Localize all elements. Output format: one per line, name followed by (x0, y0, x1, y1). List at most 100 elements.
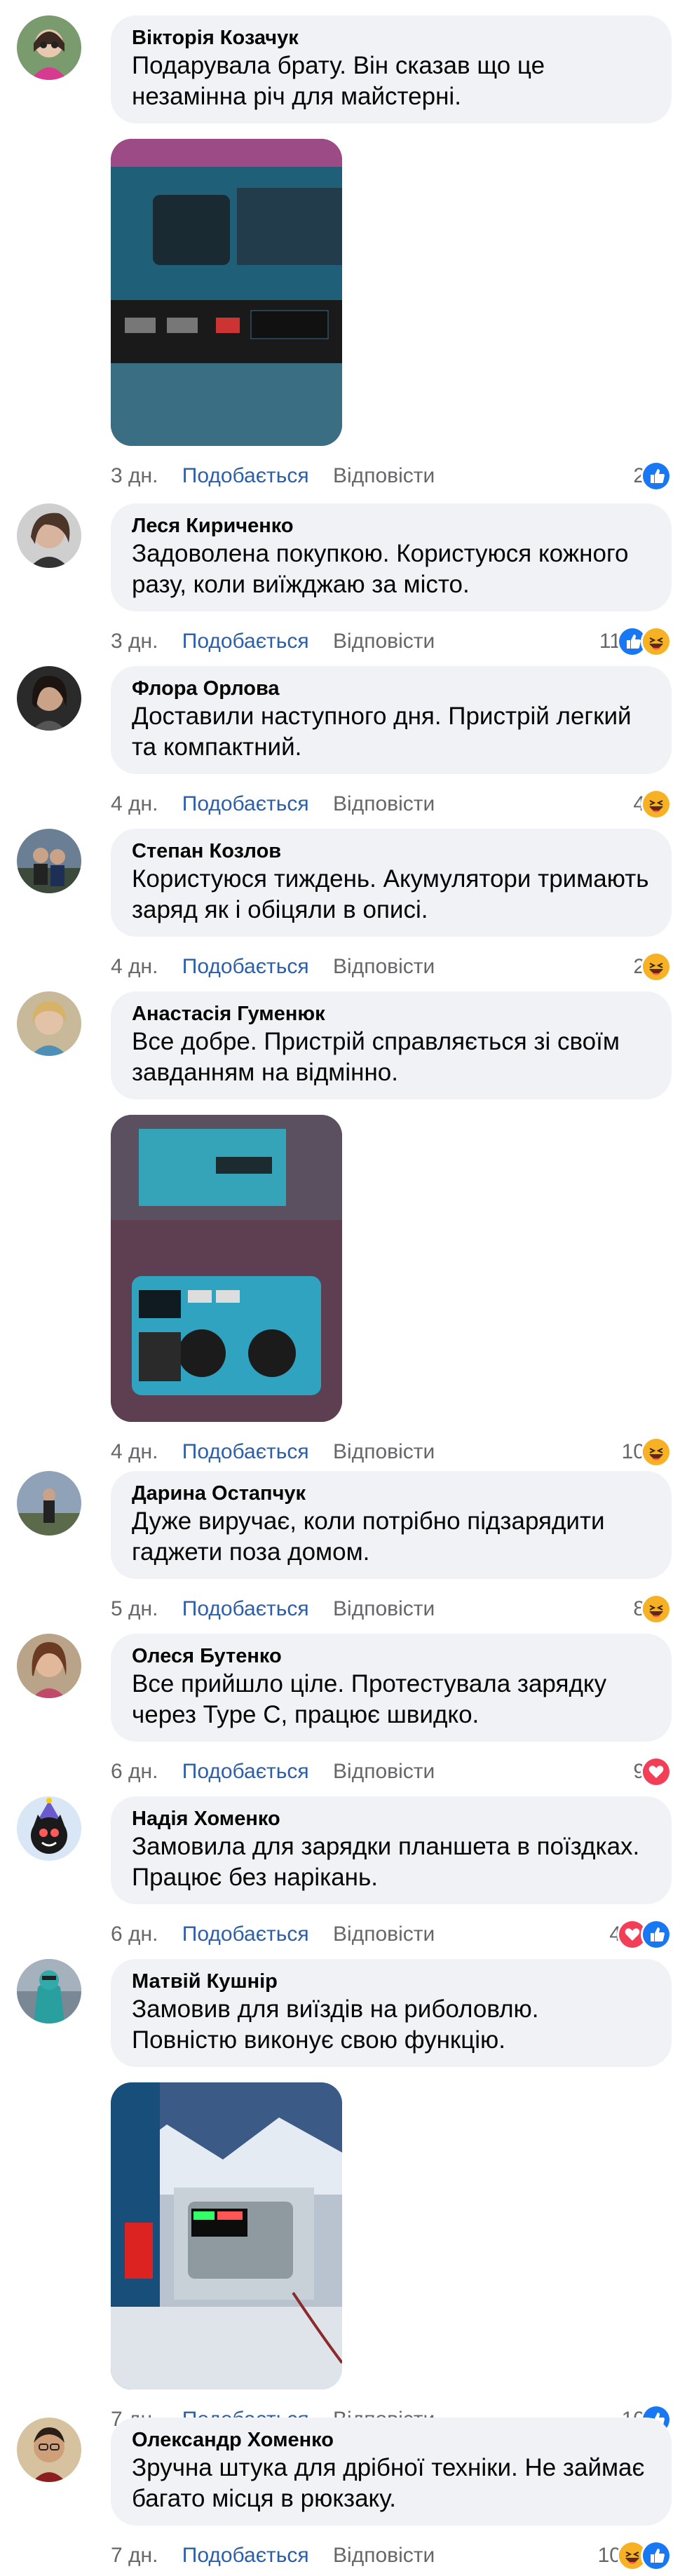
reaction-summary[interactable]: 8 (633, 1593, 672, 1625)
reaction-summary[interactable]: 10 (598, 2540, 672, 2572)
comment-time[interactable]: 4 дн. (111, 951, 158, 983)
comment-actions: 5 дн. Подобається Відповісти 8 (111, 1593, 672, 1625)
comment-actions: 7 дн. Подобається Відповісти 10 (111, 2540, 672, 2572)
comment-time[interactable]: 6 дн. (111, 1918, 158, 1951)
comment-actions: 4 дн. Подобається Відповісти 10 (111, 1436, 672, 1468)
comment: Леся Кириченко Задоволена покупкою. Кори… (0, 503, 673, 658)
comment-time[interactable]: 3 дн. (111, 460, 158, 492)
comment-text: Задоволена покупкою. Користуюся кожного … (132, 540, 629, 598)
comment-text: Все прийшло ціле. Протестувала зарядку ч… (132, 1670, 607, 1728)
avatar[interactable] (17, 829, 81, 893)
comment-time[interactable]: 7 дн. (111, 2540, 158, 2572)
comment-bubble: Дарина Остапчук Дуже виручає, коли потрі… (111, 1471, 672, 1579)
comment: Олександр Хоменко Зручна штука для дрібн… (0, 2418, 673, 2572)
comment-text: Все добре. Пристрій справляється зі свої… (132, 1028, 620, 1086)
comment-time[interactable]: 3 дн. (111, 625, 158, 658)
like-button[interactable]: Подобається (182, 460, 309, 492)
comment-bubble: Матвій Кушнір Замовив для виїздів на риб… (111, 1959, 672, 2067)
comment-author[interactable]: Матвій Кушнір (132, 1969, 651, 1994)
inverter-box-photo[interactable] (111, 1115, 342, 1422)
reply-button[interactable]: Відповісти (333, 1436, 435, 1468)
avatar[interactable] (17, 991, 81, 1056)
haha-reaction-icon (641, 789, 672, 820)
reply-button[interactable]: Відповісти (333, 951, 435, 983)
comment-author[interactable]: Степан Козлов (132, 839, 651, 864)
like-button[interactable]: Подобається (182, 951, 309, 983)
comment-time[interactable]: 4 дн. (111, 788, 158, 820)
comment: Вікторія Козачук Подарувала брату. Він с… (0, 15, 673, 492)
reaction-summary[interactable]: 9 (633, 1756, 672, 1788)
power-strip-photo[interactable] (111, 139, 342, 446)
like-button[interactable]: Подобається (182, 625, 309, 658)
comment: Анастасія Гуменюк Все добре. Пристрій сп… (0, 991, 673, 1468)
comment-text: Дуже виручає, коли потрібно підзарядити … (132, 1507, 605, 1566)
like-button[interactable]: Подобається (182, 2540, 309, 2572)
reply-button[interactable]: Відповісти (333, 1756, 435, 1788)
reply-button[interactable]: Відповісти (333, 788, 435, 820)
avatar[interactable] (17, 1796, 81, 1861)
reply-button[interactable]: Відповісти (333, 1593, 435, 1625)
comment: Степан Козлов Користуюся тиждень. Акумул… (0, 829, 673, 983)
comment-author[interactable]: Вікторія Козачук (132, 25, 651, 50)
reaction-summary[interactable]: 2 (633, 951, 672, 983)
comment-actions: 3 дн. Подобається Відповісти 2 (111, 460, 672, 492)
comment-bubble: Олеся Бутенко Все прийшло ціле. Протесту… (111, 1634, 672, 1742)
comment-author[interactable]: Леся Кириченко (132, 513, 651, 538)
comment-bubble: Леся Кириченко Задоволена покупкою. Кори… (111, 503, 672, 611)
comment-bubble: Флора Орлова Доставили наступного дня. П… (111, 666, 672, 774)
haha-reaction-icon (641, 1437, 672, 1467)
like-button[interactable]: Подобається (182, 1436, 309, 1468)
comment: Дарина Остапчук Дуже виручає, коли потрі… (0, 1471, 673, 1625)
comment-time[interactable]: 6 дн. (111, 1756, 158, 1788)
comment-actions: 4 дн. Подобається Відповісти 4 (111, 788, 672, 820)
reaction-summary[interactable]: 4 (609, 1918, 672, 1951)
comment-author[interactable]: Олеся Бутенко (132, 1643, 651, 1669)
comment-actions: 4 дн. Подобається Відповісти 2 (111, 951, 672, 983)
reply-button[interactable]: Відповісти (333, 625, 435, 658)
comment-text: Доставили наступного дня. Пристрій легки… (132, 703, 632, 761)
like-reaction-icon (641, 2540, 672, 2571)
haha-reaction-icon (641, 626, 672, 657)
reply-button[interactable]: Відповісти (333, 1918, 435, 1951)
like-button[interactable]: Подобається (182, 1918, 309, 1951)
reaction-summary[interactable]: 11 (599, 625, 672, 658)
reaction-summary[interactable]: 10 (622, 1436, 672, 1468)
comment-author[interactable]: Флора Орлова (132, 676, 651, 701)
like-button[interactable]: Подобається (182, 1756, 309, 1788)
comment-author[interactable]: Анастасія Гуменюк (132, 1001, 651, 1026)
avatar[interactable] (17, 666, 81, 731)
comment-actions: 6 дн. Подобається Відповісти 4 (111, 1918, 672, 1951)
comment-text: Користуюся тиждень. Акумулятори тримають… (132, 865, 649, 923)
like-button[interactable]: Подобається (182, 788, 309, 820)
comment-bubble: Вікторія Козачук Подарувала брату. Він с… (111, 15, 672, 123)
comment-author[interactable]: Надія Хоменко (132, 1806, 651, 1831)
comment-bubble: Степан Козлов Користуюся тиждень. Акумул… (111, 829, 672, 937)
reply-button[interactable]: Відповісти (333, 460, 435, 492)
comment-bubble: Надія Хоменко Замовила для зарядки планш… (111, 1796, 672, 1904)
haha-reaction-icon (641, 951, 672, 982)
avatar[interactable] (17, 15, 81, 80)
comment-time[interactable]: 5 дн. (111, 1593, 158, 1625)
comment-actions: 6 дн. Подобається Відповісти 9 (111, 1756, 672, 1788)
comment-time[interactable]: 4 дн. (111, 1436, 158, 1468)
avatar[interactable] (17, 503, 81, 568)
usb-tester-photo[interactable] (111, 2082, 342, 2389)
comment-author[interactable]: Олександр Хоменко (132, 2427, 651, 2453)
avatar[interactable] (17, 2418, 81, 2482)
avatar[interactable] (17, 1471, 81, 1536)
comment-author[interactable]: Дарина Остапчук (132, 1481, 651, 1506)
reaction-summary[interactable]: 4 (633, 788, 672, 820)
comment-bubble: Анастасія Гуменюк Все добре. Пристрій сп… (111, 991, 672, 1099)
comment-text: Замовив для виїздів на риболовлю. Повніс… (132, 1995, 539, 2054)
avatar[interactable] (17, 1959, 81, 2023)
comment: Флора Орлова Доставили наступного дня. П… (0, 666, 673, 820)
reply-button[interactable]: Відповісти (333, 2540, 435, 2572)
comment-text: Зручна штука для дрібної техніки. Не зай… (132, 2454, 645, 2512)
reaction-summary[interactable]: 2 (633, 460, 672, 492)
comment: Матвій Кушнір Замовив для виїздів на риб… (0, 1959, 673, 2436)
comment-text: Подарувала брату. Він сказав що це незам… (132, 52, 545, 110)
comment: Олеся Бутенко Все прийшло ціле. Протесту… (0, 1634, 673, 1788)
like-button[interactable]: Подобається (182, 1593, 309, 1625)
avatar[interactable] (17, 1634, 81, 1698)
comment: Надія Хоменко Замовила для зарядки планш… (0, 1796, 673, 1951)
